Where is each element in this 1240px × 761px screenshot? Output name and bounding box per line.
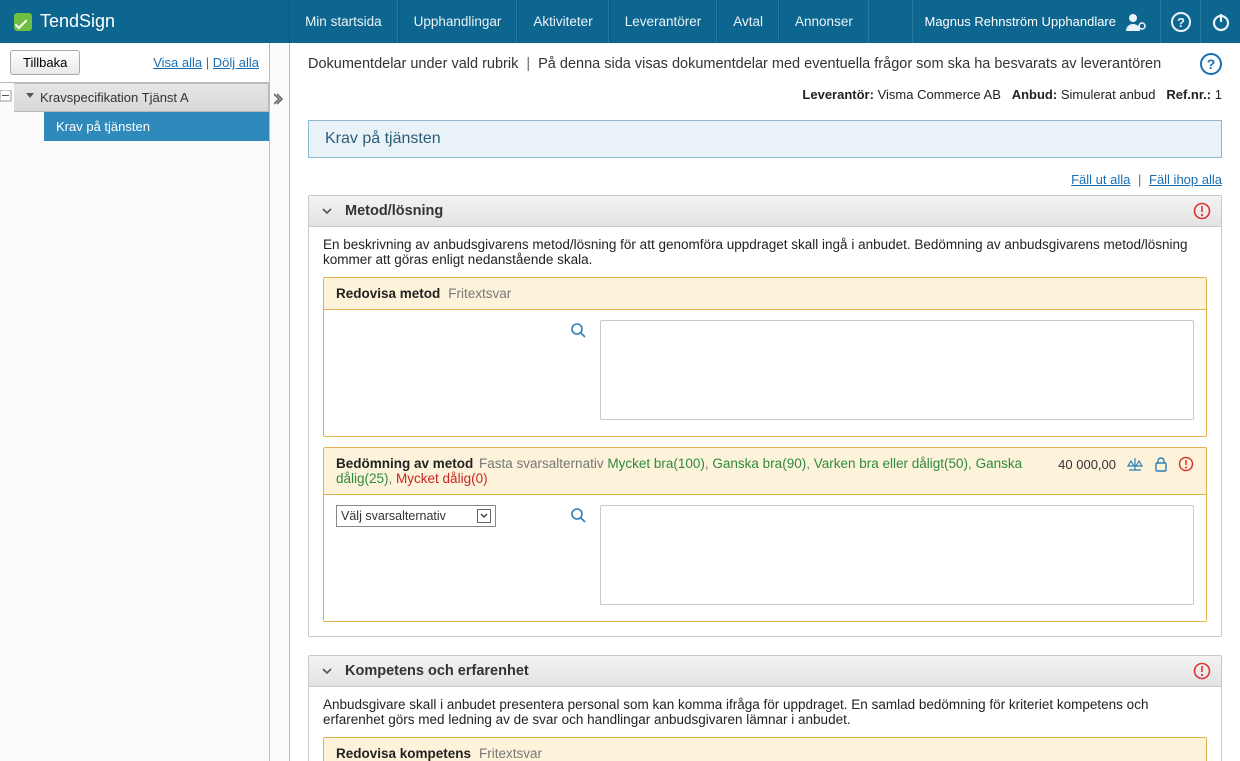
brand: TendSign — [0, 0, 129, 43]
top-nav: TendSign Min startsida Upphandlingar Akt… — [0, 0, 1240, 43]
answer-textarea[interactable] — [600, 505, 1194, 605]
chevron-down-icon — [321, 205, 333, 217]
answer-textarea[interactable] — [600, 320, 1194, 420]
tree-child-label: Krav på tjänsten — [56, 119, 150, 134]
meta-row: Leverantör: Visma Commerce AB Anbud: Sim… — [290, 83, 1240, 112]
svg-text:?: ? — [1177, 15, 1185, 30]
brand-label: TendSign — [40, 11, 115, 32]
page-help-button[interactable]: ? — [1200, 53, 1222, 75]
user-icon — [1124, 12, 1148, 32]
expand-all-link[interactable]: Fäll ut alla — [1071, 172, 1130, 187]
select-placeholder: Välj svarsalternativ — [341, 509, 446, 523]
q-label: Redovisa metod — [336, 286, 440, 301]
brand-icon — [14, 13, 32, 31]
score-value: 40 000,00 — [1058, 457, 1116, 472]
zoom-icon[interactable] — [570, 322, 586, 338]
block-desc: Anbudsgivare skall i anbudet presentera … — [323, 697, 1207, 727]
collapse-toggle[interactable] — [319, 663, 335, 679]
q-label: Redovisa kompetens — [336, 746, 471, 761]
nav-annonser[interactable]: Annonser — [779, 0, 869, 43]
chevron-right-icon — [274, 93, 286, 105]
q-label: Bedömning av metod — [336, 456, 473, 471]
block-metod: Metod/lösning En beskrivning av anbudsgi… — [308, 195, 1222, 637]
block-title: Kompetens och erfarenhet — [345, 663, 529, 679]
collapse-all-link[interactable]: Fäll ihop alla — [1149, 172, 1222, 187]
main: Dokumentdelar under vald rubrik | På den… — [290, 43, 1240, 761]
alert-icon — [1193, 202, 1211, 220]
question-redovisa-metod: Redovisa metod Fritextsvar — [323, 277, 1207, 437]
tree-expander-icon[interactable] — [0, 90, 12, 102]
alt-option: Ganska bra(90) — [712, 456, 806, 471]
nav-aktiviteter[interactable]: Aktiviteter — [517, 0, 608, 43]
block-kompetens: Kompetens och erfarenhet Anbudsgivare sk… — [308, 655, 1222, 761]
q-type: Fritextsvar — [448, 286, 511, 301]
nav-avtal[interactable]: Avtal — [717, 0, 779, 43]
lock-icon — [1154, 456, 1168, 472]
sidebar: Tillbaka Visa alla | Dölj alla Kravspeci… — [0, 43, 270, 761]
alert-icon — [1193, 662, 1211, 680]
q-type: Fasta svarsalternativ — [479, 456, 604, 471]
block-title: Metod/lösning — [345, 203, 443, 219]
help-icon: ? — [1170, 11, 1192, 33]
user-name: Magnus Rehnström Upphandlare — [925, 14, 1117, 29]
power-icon — [1210, 11, 1232, 33]
nav-start[interactable]: Min startsida — [289, 0, 398, 43]
show-all-link[interactable]: Visa alla — [153, 55, 202, 70]
nav-upphandlingar[interactable]: Upphandlingar — [398, 0, 518, 43]
answer-select[interactable]: Välj svarsalternativ — [336, 505, 496, 527]
question-bedomning-metod: Bedömning av metod Fasta svarsalternativ… — [323, 447, 1207, 622]
chevron-down-icon — [477, 509, 491, 523]
help-button[interactable]: ? — [1160, 0, 1200, 43]
back-button[interactable]: Tillbaka — [10, 50, 80, 75]
sidebar-toggle[interactable] — [270, 43, 290, 761]
logout-button[interactable] — [1200, 0, 1240, 43]
chevron-down-icon — [321, 665, 333, 677]
alt-option: Varken bra eller dåligt(50) — [814, 456, 968, 471]
page-title: Dokumentdelar under vald rubrik — [308, 56, 518, 72]
alt-option: Mycket bra(100) — [607, 456, 705, 471]
tree-parent-label: Kravspecifikation Tjänst A — [40, 90, 189, 105]
lev-value: Visma Commerce AB — [878, 87, 1001, 102]
scale-icon — [1126, 456, 1144, 472]
alert-icon — [1178, 456, 1194, 472]
question-redovisa-kompetens: Redovisa kompetens Fritextsvar — [323, 737, 1207, 761]
tree-parent[interactable]: Kravspecifikation Tjänst A — [14, 83, 269, 112]
user-label[interactable]: Magnus Rehnström Upphandlare — [912, 0, 1161, 43]
block-desc: En beskrivning av anbudsgivarens metod/l… — [323, 237, 1207, 267]
hide-all-link[interactable]: Dölj alla — [213, 55, 259, 70]
tree-child-active[interactable]: Krav på tjänsten — [44, 112, 269, 141]
collapse-toggle[interactable] — [319, 203, 335, 219]
page-desc: På denna sida visas dokumentdelar med ev… — [538, 56, 1161, 72]
q-type: Fritextsvar — [479, 746, 542, 761]
ref-value: 1 — [1215, 87, 1222, 102]
ref-label: Ref.nr.: — [1166, 87, 1211, 102]
alt-option: Mycket dålig(0) — [396, 471, 488, 486]
nav-leverantorer[interactable]: Leverantörer — [609, 0, 718, 43]
anb-value: Simulerat anbud — [1061, 87, 1156, 102]
lev-label: Leverantör: — [802, 87, 874, 102]
zoom-icon[interactable] — [570, 507, 586, 523]
section-title: Krav på tjänsten — [308, 120, 1222, 158]
anb-label: Anbud: — [1012, 87, 1057, 102]
nav-items: Min startsida Upphandlingar Aktiviteter … — [289, 0, 869, 43]
chevron-down-icon — [26, 93, 34, 98]
